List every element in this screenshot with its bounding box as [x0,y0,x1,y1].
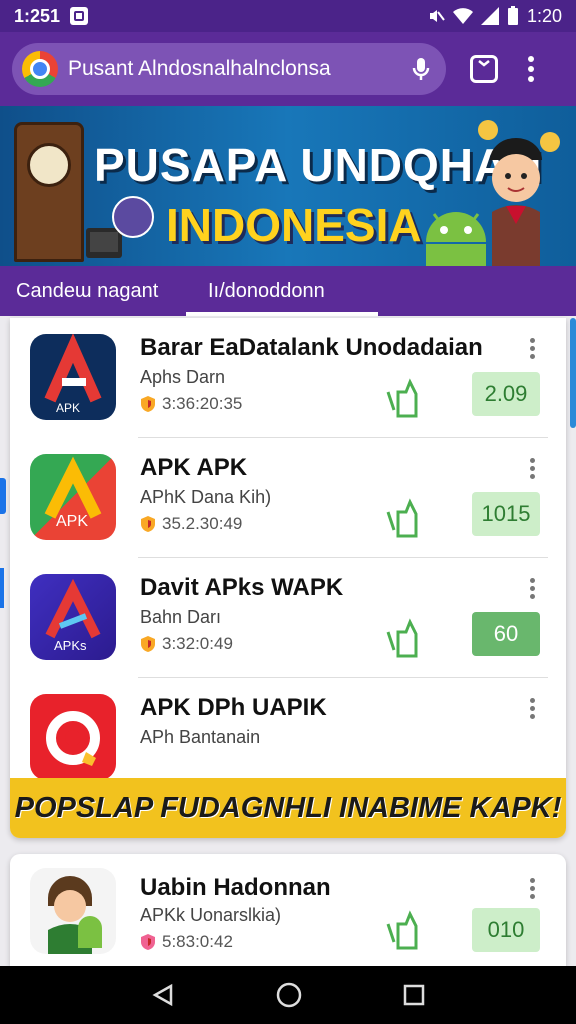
character-mascot-icon [478,120,560,266]
app-icon [30,694,116,780]
app-icon: APKs [30,574,116,660]
shield-icon [141,934,155,950]
signal-icon [480,7,499,25]
app-version: 35.2.30:49 [162,514,243,533]
clock-tower-icon [14,122,84,262]
app-icon: APK [30,454,116,540]
wifi-icon [452,8,473,24]
app-name: APK DPh UAPIK [140,694,327,721]
tab-switcher-icon[interactable] [470,55,498,83]
more-options-icon[interactable] [530,878,535,899]
status-bar: 1:251 1:20 [0,0,576,32]
recent-apps-icon[interactable] [403,984,425,1006]
browser-toolbar: Pusant Alndosnalhalnclonsa [0,32,576,106]
back-icon[interactable] [151,983,175,1007]
tab-category-1[interactable]: Candeɯ nagant [0,266,186,316]
app-name: APK APK [140,454,248,481]
app-meta: 3:32:0:49 [140,634,233,654]
app-version: 3:32:0:49 [162,634,233,653]
app-version: 3:36:20:35 [162,394,243,413]
url-text[interactable]: Pusant Alndosnalhalnclonsa [68,57,406,81]
microphone-icon[interactable] [406,54,436,84]
category-tabs: Candeɯ nagant Iı/donoddonn [0,266,576,316]
app-developer: APh Bantanain [140,727,261,747]
shield-icon [141,636,155,652]
app-meta: 3:36:20:35 [140,394,242,414]
app-version: 5:83:0:42 [162,932,233,951]
status-clock: 1:20 [526,5,562,26]
app-price-badge[interactable]: 2.09 [472,372,540,416]
app-icon [30,868,116,954]
more-options-icon[interactable] [530,578,535,599]
svg-text:APK: APK [56,401,80,415]
like-icon[interactable] [384,498,438,538]
app-meta: 35.2.30:49 [140,514,242,534]
svg-text:APK: APK [56,513,88,530]
banner-subtitle: INDONESIA [166,199,422,251]
more-options-icon[interactable] [530,338,535,359]
chrome-logo-icon [22,51,58,87]
home-icon[interactable] [276,982,302,1008]
more-options-icon[interactable] [530,458,535,479]
more-options-icon[interactable] [530,698,535,719]
app-price-badge[interactable]: 60 [472,612,540,656]
status-right: 1:20 [427,6,562,27]
app-price-badge[interactable]: 010 [472,908,540,952]
app-grid-badge-icon [112,196,154,238]
scrollbar[interactable] [570,318,576,428]
status-time: 1:251 [14,5,61,26]
app-developer: Bahn Darı [140,607,222,627]
list-item[interactable]: APKs Davit APks WAPK Bahn Darı 3:32:0:49… [10,558,566,678]
app-name: Uabin Hadonnan [140,874,331,901]
list-item[interactable]: Uabin Hadonnan APKk Uonarslkia) 5:83:0:4… [10,854,566,966]
edge-indicator [0,478,6,514]
app-developer: APKk Uonarslkia) [140,905,282,925]
overflow-menu-icon[interactable] [528,56,534,82]
app-meta: 5:83:0:42 [140,932,233,952]
shield-icon [141,516,155,532]
address-bar[interactable]: Pusant Alndosnalhalnclonsa [12,43,446,95]
edge-indicator [0,568,4,608]
app-list-card: APK Barar EaDatalank Unodadaian Aphs Dar… [10,318,566,838]
app-icon: APK [30,334,116,420]
notification-icon [70,7,89,25]
tab-category-2[interactable]: Iı/donoddonn [186,266,378,316]
battery-icon [507,6,518,25]
mute-icon [429,10,445,22]
app-developer: Aphs Darn [140,367,226,387]
app-price-badge[interactable]: 1015 [472,492,540,536]
promo-banner[interactable]: POPSLAP FUDAGNHLI INABIME KAPK! [10,778,566,838]
svg-text:APKs: APKs [54,638,87,653]
list-item[interactable]: APK Barar EaDatalank Unodadaian Aphs Dar… [10,318,566,438]
hero-banner: PUSAPA UNDQHAN INDONESIA [0,106,576,266]
app-developer: APhK Dana Kih) [140,487,272,507]
app-name: Barar EaDatalank Unodadaian [140,334,483,361]
system-navigation-bar [0,966,576,1024]
like-icon[interactable] [384,378,438,418]
shield-icon [141,396,155,412]
app-name: Davit APks WAPK [140,574,344,601]
like-icon[interactable] [384,910,438,950]
like-icon[interactable] [384,618,438,658]
list-item[interactable]: APK APK APK APhK Dana Kih) 35.2.30:49 10… [10,438,566,558]
